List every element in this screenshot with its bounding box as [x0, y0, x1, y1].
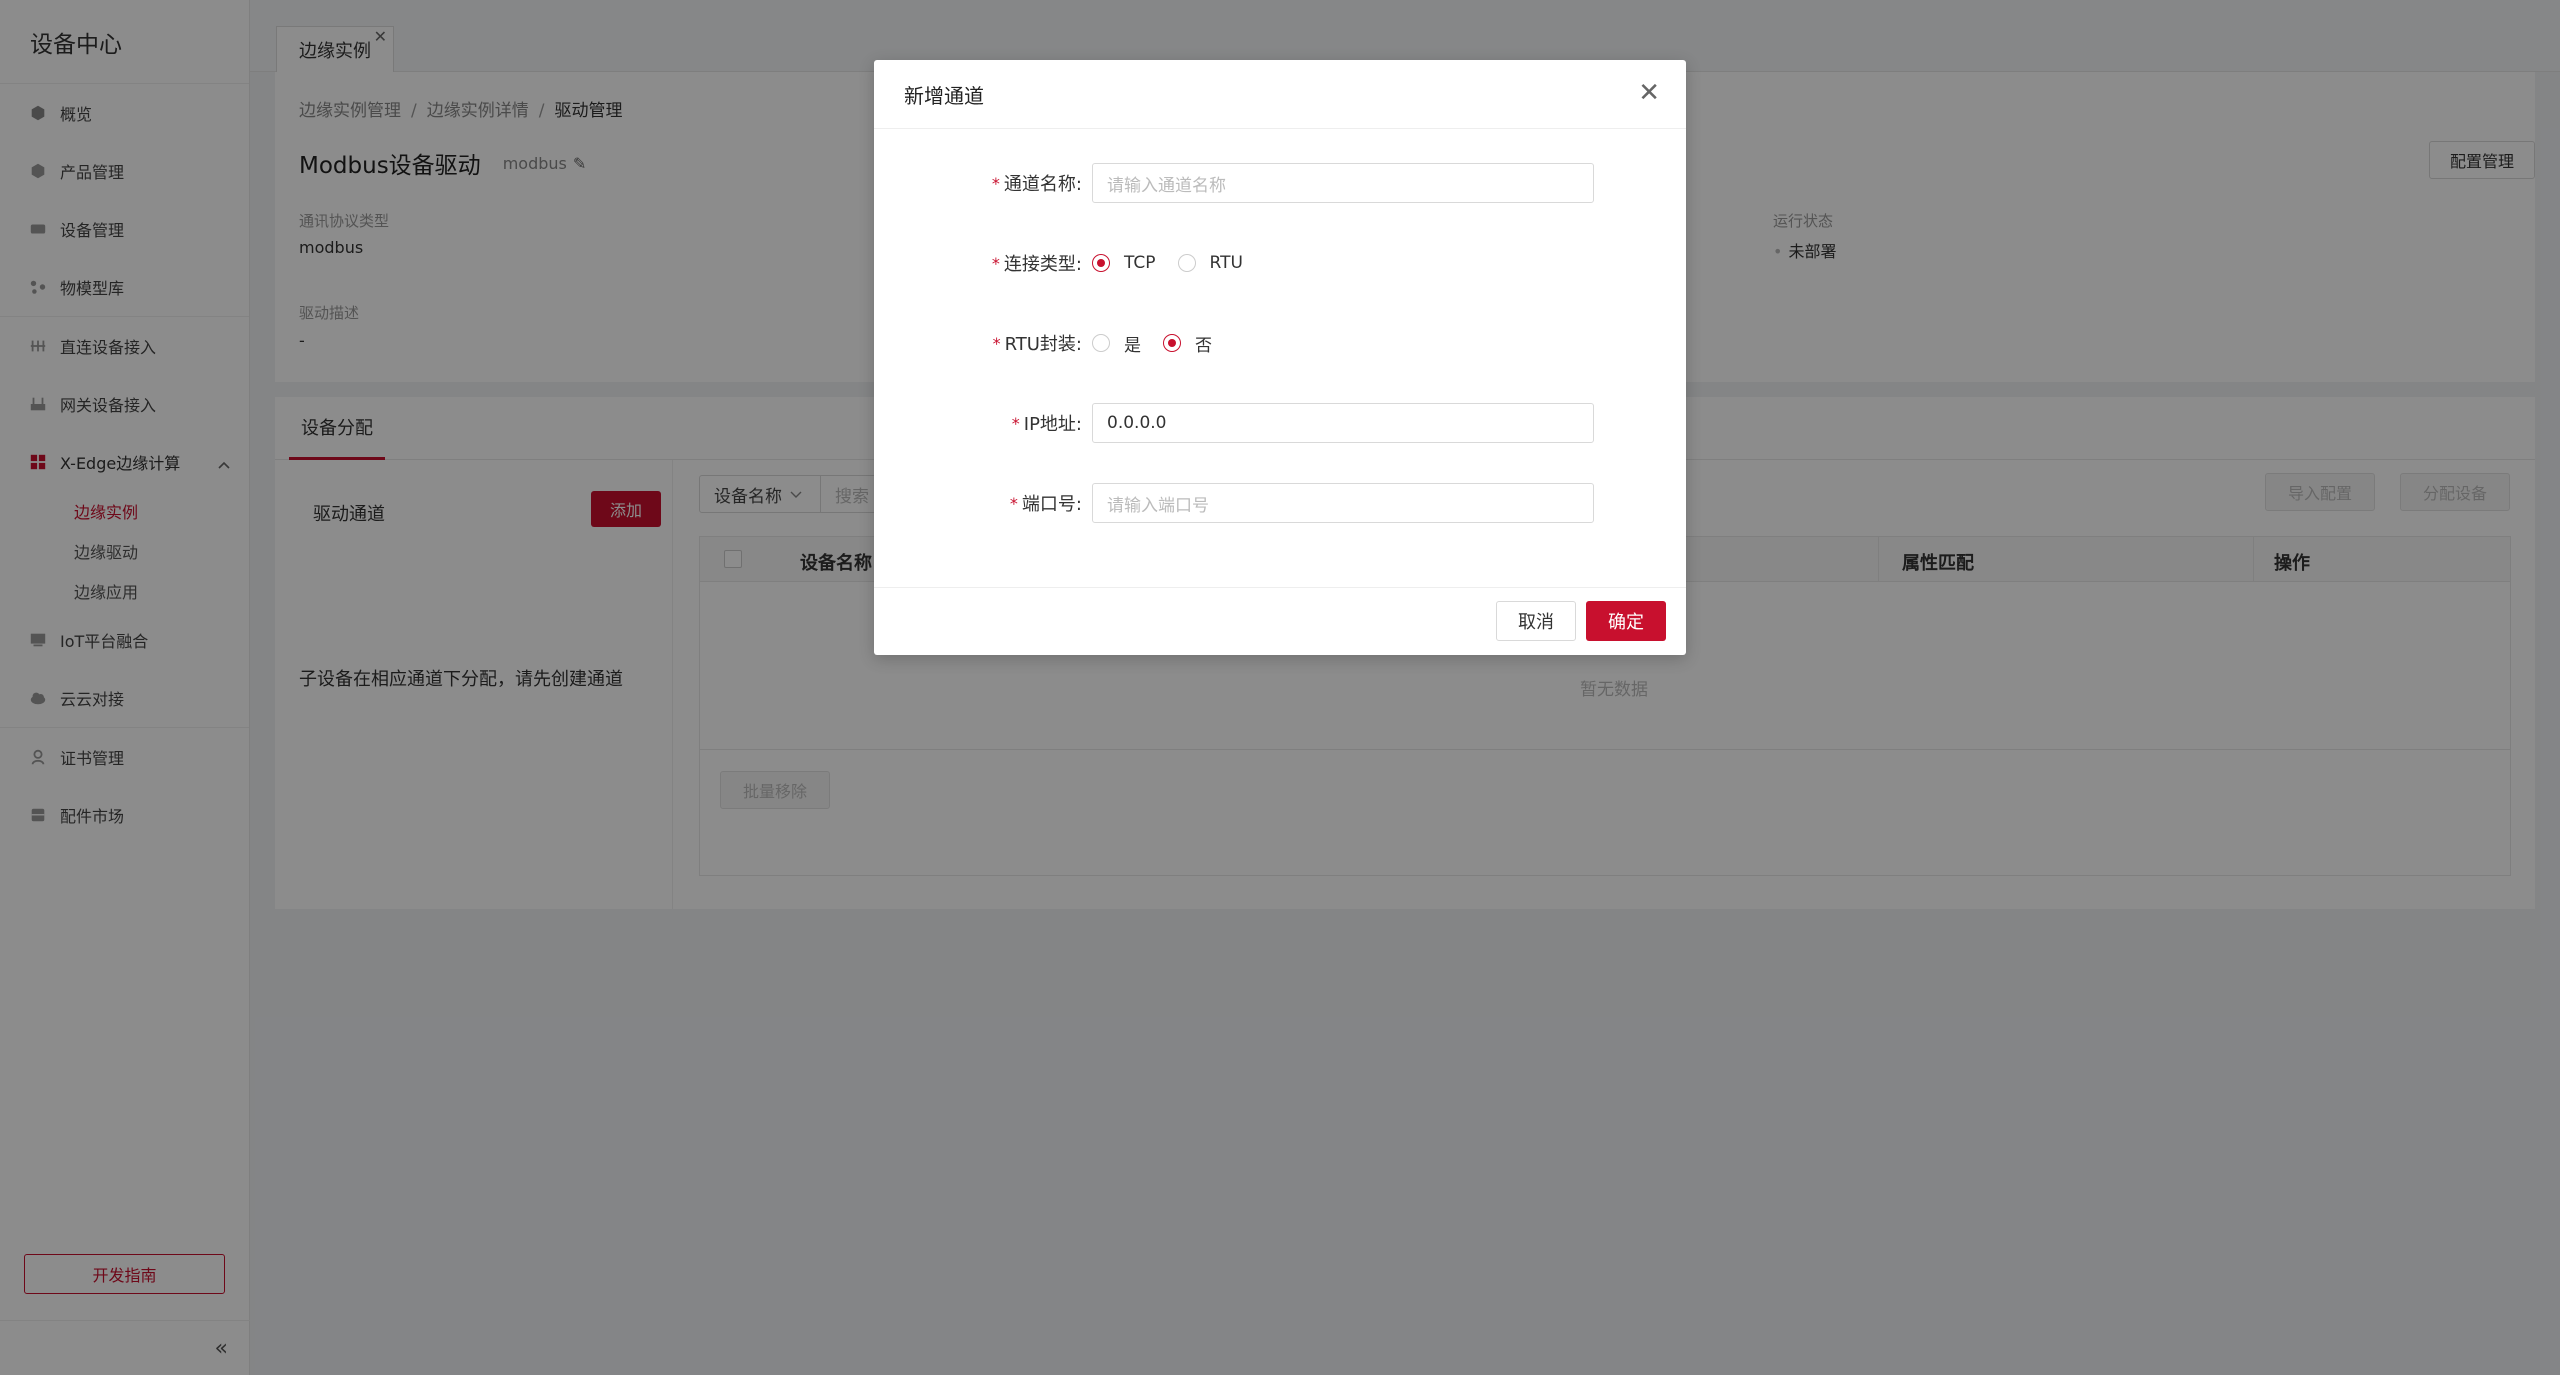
channel-name-label: * 通道名称: — [992, 163, 1082, 203]
radio-rtu[interactable]: RTU — [1177, 253, 1243, 273]
radio-label: 否 — [1195, 335, 1212, 356]
label-text: 端口号: — [1021, 494, 1082, 515]
modal-header: 新增通道 ✕ — [874, 60, 1686, 129]
modal-title: 新增通道 — [904, 83, 984, 108]
radio-unchecked-icon[interactable] — [1092, 334, 1110, 352]
connection-type-row: * 连接类型: TCP RTU — [874, 243, 1686, 283]
required-mark: * — [991, 253, 1000, 273]
required-mark: * — [1011, 413, 1020, 433]
label-text: RTU封装: — [1004, 334, 1082, 355]
radio-tcp[interactable]: TCP — [1092, 253, 1156, 273]
port-input[interactable]: 请输入端口号 — [1092, 483, 1594, 523]
ip-address-row: * IP地址: 0.0.0.0 — [874, 403, 1686, 443]
required-mark: * — [991, 173, 1000, 193]
channel-name-row: * 通道名称: 请输入通道名称 — [874, 163, 1686, 203]
close-icon[interactable]: ✕ — [1638, 80, 1660, 106]
radio-checked-icon[interactable] — [1092, 254, 1110, 272]
ip-address-input[interactable]: 0.0.0.0 — [1092, 403, 1594, 443]
label-text: 通道名称: — [1003, 174, 1082, 195]
radio-no[interactable]: 否 — [1163, 331, 1212, 356]
rtu-encap-radio-group: 是 否 — [1092, 323, 1234, 363]
connection-type-radio-group: TCP RTU — [1092, 243, 1265, 283]
port-row: * 端口号: 请输入端口号 — [874, 483, 1686, 523]
required-mark: * — [992, 333, 1001, 353]
radio-unchecked-icon[interactable] — [1177, 254, 1196, 272]
radio-yes[interactable]: 是 — [1092, 331, 1141, 356]
radio-label: 是 — [1124, 335, 1141, 356]
radio-label: RTU — [1209, 253, 1243, 273]
channel-name-input[interactable]: 请输入通道名称 — [1092, 163, 1594, 203]
ip-address-label: * IP地址: — [1012, 403, 1082, 443]
port-label: * 端口号: — [1010, 483, 1082, 523]
radio-checked-icon[interactable] — [1163, 334, 1181, 352]
rtu-encap-row: * RTU封装: 是 否 — [874, 323, 1686, 363]
rtu-encap-label: * RTU封装: — [993, 323, 1082, 363]
label-text: 连接类型: — [1003, 254, 1082, 275]
connection-type-label: * 连接类型: — [992, 243, 1082, 283]
modal-footer: 取消 确定 — [874, 587, 1686, 655]
cancel-button[interactable]: 取消 — [1496, 601, 1576, 641]
confirm-button[interactable]: 确定 — [1586, 601, 1666, 641]
radio-label: TCP — [1124, 253, 1156, 273]
add-channel-modal: 新增通道 ✕ * 通道名称: 请输入通道名称 * 连接类型: TCP RTU * RT… — [874, 60, 1686, 655]
label-text: IP地址: — [1023, 414, 1082, 435]
required-mark: * — [1009, 493, 1018, 513]
